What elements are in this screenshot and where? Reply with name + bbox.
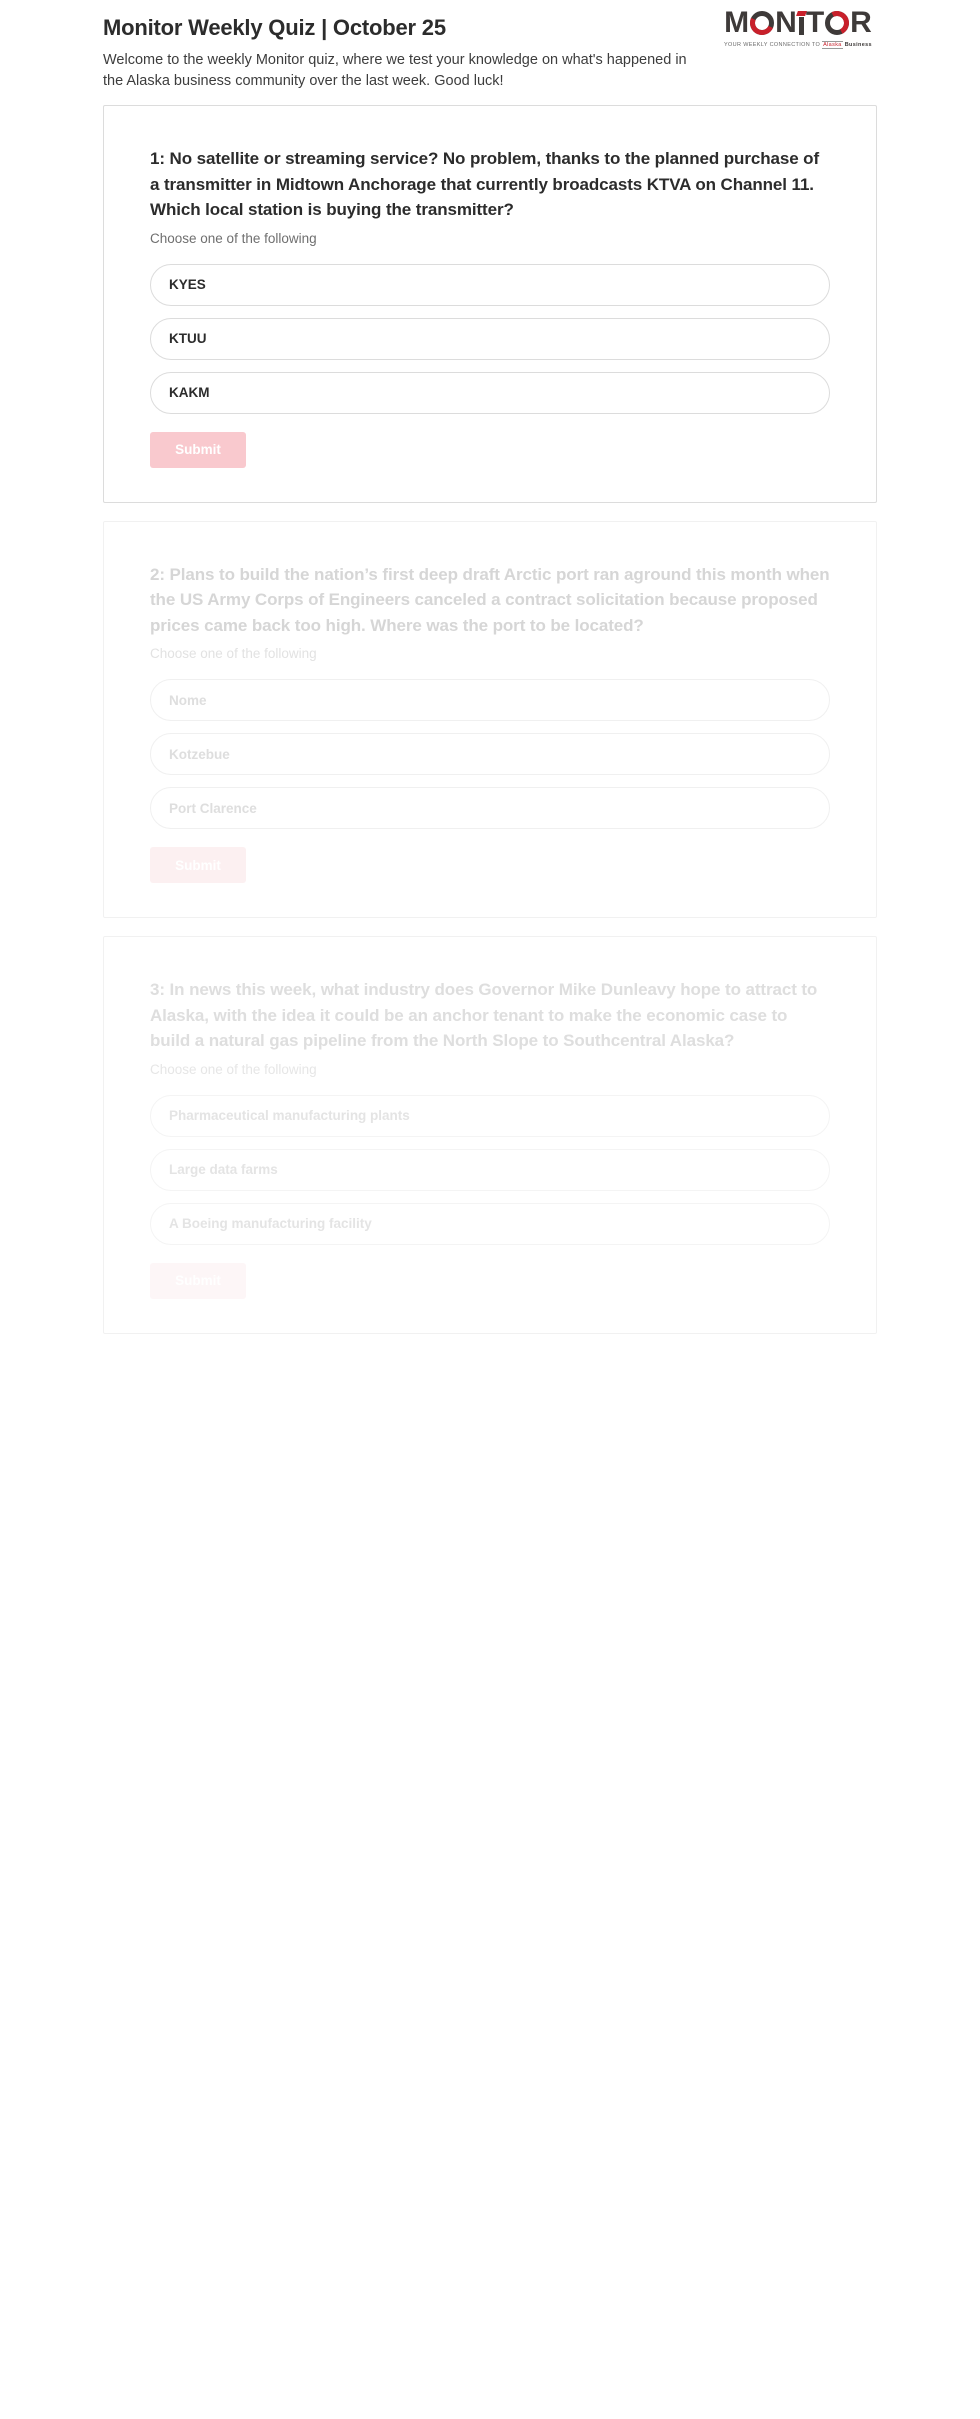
- question-title: 1: No satellite or streaming service? No…: [150, 149, 820, 219]
- answer-option[interactable]: Pharmaceutical manufacturing plants: [150, 1094, 830, 1137]
- submit-row: Submit: [150, 847, 830, 883]
- logo-i-stem: [798, 17, 804, 35]
- submit-button[interactable]: Submit: [150, 847, 246, 883]
- header-text-block: Monitor Weekly Quiz | October 25 Welcome…: [103, 14, 723, 92]
- submit-row: Submit: [150, 431, 830, 468]
- tagline-brand-business: Business: [844, 42, 872, 48]
- answer-option[interactable]: Large data farms: [150, 1148, 830, 1191]
- tagline-prefix: YOUR WEEKLY CONNECTION TO: [724, 42, 821, 48]
- answer-option-group: Pharmaceutical manufacturing plants Larg…: [150, 1094, 830, 1245]
- logo-letter-n: N: [775, 6, 797, 39]
- quiz-card-list: 1: No satellite or streaming service? No…: [0, 105, 980, 1334]
- page-intro-text: Welcome to the weekly Monitor quiz, wher…: [103, 51, 687, 89]
- logo-letter-t: T: [805, 6, 825, 39]
- question-subtitle: Choose one of the following: [150, 1061, 317, 1077]
- answer-option[interactable]: Nome: [150, 679, 830, 721]
- logo-o-red-arc: [822, 7, 853, 39]
- answer-option[interactable]: A Boeing manufacturing facility: [150, 1202, 830, 1245]
- question-subtitle: Choose one of the following: [150, 230, 317, 246]
- logo-letter-r: R: [850, 6, 872, 39]
- answer-option[interactable]: KYES: [150, 263, 830, 306]
- quiz-page: Monitor Weekly Quiz | October 25 Welcome…: [0, 0, 980, 1334]
- answer-option[interactable]: KAKM: [150, 371, 830, 414]
- submit-button[interactable]: Submit: [150, 431, 246, 468]
- page-title: Monitor Weekly Quiz | October 25: [103, 15, 446, 40]
- page-viewport: Monitor Weekly Quiz | October 25 Welcome…: [0, 0, 980, 1558]
- submit-button[interactable]: Submit: [150, 1262, 246, 1299]
- logo-letter-o-first: [746, 7, 778, 39]
- question-title: 2: Plans to build the nation’s first dee…: [150, 564, 830, 635]
- question-title: 3: In news this week, what industry does…: [150, 980, 818, 1050]
- quiz-card-1: 1: No satellite or streaming service? No…: [103, 105, 877, 503]
- logo-letter-o-second: [822, 7, 853, 39]
- tagline-brand-alaska: Alaska: [822, 41, 843, 49]
- submit-row: Submit: [150, 1262, 830, 1299]
- quiz-card-3: 3: In news this week, what industry does…: [103, 936, 877, 1334]
- quiz-card-2: 2: Plans to build the nation’s first dee…: [103, 520, 877, 918]
- page-header: Monitor Weekly Quiz | October 25 Welcome…: [0, 0, 980, 105]
- answer-option[interactable]: KTUU: [150, 317, 830, 360]
- logo-i-red-tick: [795, 11, 807, 16]
- logo-letter-m: M: [724, 6, 750, 39]
- logo-letter-i: [795, 11, 807, 35]
- monitor-logo: M N T R YOUR WEEKLY CONNECTION TO Alaska…: [718, 8, 878, 49]
- question-subtitle: Choose one of the following: [150, 646, 317, 661]
- answer-option-group: Nome Kotzebue Port Clarence: [150, 679, 830, 829]
- answer-option[interactable]: Port Clarence: [150, 787, 830, 829]
- logo-tagline: YOUR WEEKLY CONNECTION TO Alaska Busines…: [718, 41, 878, 49]
- answer-option-group: KYES KTUU KAKM: [150, 263, 830, 414]
- logo-o-red-arc: [746, 7, 778, 39]
- answer-option[interactable]: Kotzebue: [150, 733, 830, 775]
- monitor-wordmark: M N T R: [718, 6, 878, 39]
